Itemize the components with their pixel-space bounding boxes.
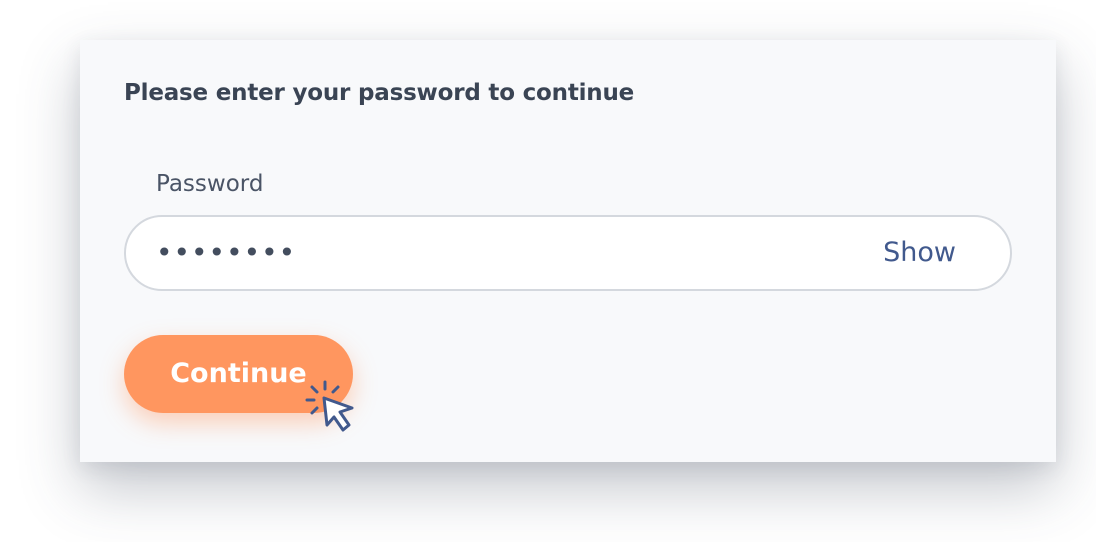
password-dialog: Please enter your password to continue P… xyxy=(80,40,1056,462)
password-label: Password xyxy=(156,171,264,197)
password-input[interactable]: •••••••• Show xyxy=(124,215,1012,291)
dialog-heading: Please enter your password to continue xyxy=(124,80,635,106)
password-value: •••••••• xyxy=(156,236,297,269)
pointer-cursor-icon xyxy=(305,380,354,432)
show-password-button[interactable]: Show xyxy=(883,217,956,289)
